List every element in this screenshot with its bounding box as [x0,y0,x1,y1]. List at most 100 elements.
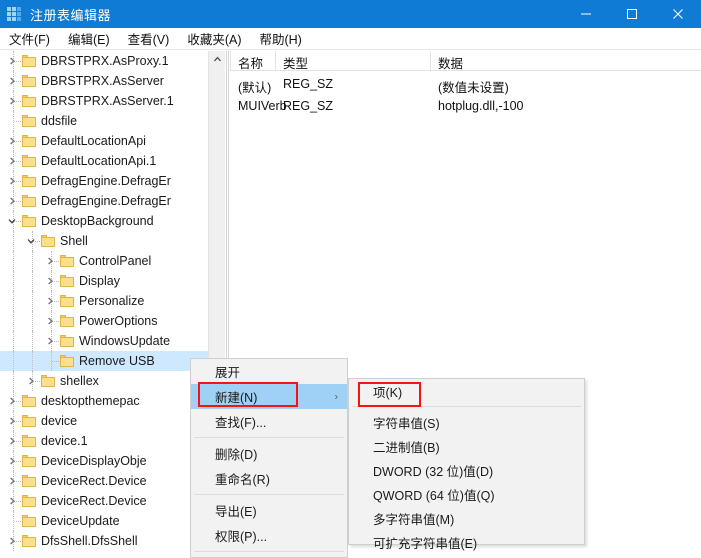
tree-item-label: DeviceUpdate [41,514,120,528]
chevron-down-icon[interactable] [5,211,18,231]
chevron-right-icon[interactable] [43,271,56,291]
tree-item[interactable]: Shell [0,231,208,251]
registry-tree[interactable]: DBRSTPRX.AsProxy.1 DBRSTPRX.AsServer DBRST… [0,51,208,558]
context-menu-item-label: 查找(F)... [215,416,267,430]
tree-item[interactable]: WindowsUpdate [0,331,208,351]
context-menu-item-5[interactable]: 导出(E) [191,498,347,523]
tree-item[interactable]: DeviceRect.Device [0,471,208,491]
menu-item-2[interactable]: 查看(V) [119,27,179,50]
chevron-right-icon[interactable] [5,431,18,451]
submenu-item-1[interactable]: 字符串值(S) [349,410,584,434]
value-row[interactable]: MUIVerb REG_SZ hotplug.dll,-100 [230,99,701,118]
chevron-right-icon[interactable] [43,251,56,271]
chevron-right-icon[interactable] [5,51,18,71]
submenu-item-0[interactable]: 项(K) [349,379,584,403]
chevron-down-icon[interactable] [24,231,37,251]
folder-icon [22,435,36,447]
submenu-item-3[interactable]: DWORD (32 位)值(D) [349,458,584,482]
tree-item-label: Remove USB [79,354,155,368]
tree-item[interactable]: DeviceRect.Device [0,491,208,511]
menu-item-4[interactable]: 帮助(H) [250,27,310,50]
chevron-right-icon[interactable] [43,311,56,331]
column-header-name[interactable]: 名称 [238,53,263,72]
tree-item[interactable]: Personalize [0,291,208,311]
column-header-data[interactable]: 数据 [438,53,463,72]
value-row[interactable]: (默认) REG_SZ (数值未设置) [230,77,701,96]
chevron-right-icon[interactable] [5,91,18,111]
context-menu-item-label: 重命名(R) [215,473,270,487]
tree-item[interactable]: DefaultLocationApi [0,131,208,151]
tree-item-selected[interactable]: Remove USB [0,351,208,371]
context-menu-item-6[interactable]: 权限(P)... [191,523,347,548]
tree-item[interactable]: DefragEngine.DefragEr [0,191,208,211]
menu-item-3[interactable]: 收藏夹(A) [178,27,250,50]
tree-guide-line [13,371,14,391]
menu-item-1[interactable]: 编辑(E) [59,27,119,50]
chevron-right-icon[interactable] [43,291,56,311]
chevron-right-icon[interactable] [5,531,18,551]
tree-guide-line [13,251,14,271]
maximize-icon[interactable] [609,0,655,28]
close-icon[interactable] [655,0,701,28]
window-title: 注册表编辑器 [30,8,112,23]
chevron-right-icon[interactable] [43,331,56,351]
tree-item[interactable]: DBRSTPRX.AsServer.1 [0,91,208,111]
context-menu-item-1[interactable]: 新建(N) › [191,384,347,409]
tree-item[interactable]: device.1 [0,431,208,451]
tree-guide-line [13,291,14,311]
chevron-right-icon[interactable] [5,131,18,151]
context-menu-item-label: 删除(D) [215,448,258,462]
tree-item-label: ControlPanel [79,254,152,268]
submenu-item-5[interactable]: 多字符串值(M) [349,506,584,530]
tree-guide-line [13,351,14,371]
tree-item[interactable]: device [0,411,208,431]
scroll-up-icon[interactable] [209,51,226,68]
context-menu[interactable]: 展开 新建(N) › 查找(F)... 删除(D) 重命名(R) 导出(E) 权限(P)...… [190,358,348,558]
context-menu-item-4[interactable]: 重命名(R) [191,466,347,491]
tree-item-label: PowerOptions [79,314,158,328]
chevron-right-icon[interactable] [5,411,18,431]
submenu-item-4[interactable]: QWORD (64 位)值(Q) [349,482,584,506]
tree-item[interactable]: DBRSTPRX.AsServer [0,71,208,91]
submenu-item-6[interactable]: 可扩充字符串值(E) [349,530,584,554]
tree-item[interactable]: shellex [0,371,208,391]
folder-icon [22,475,36,487]
tree-item[interactable]: PowerOptions [0,311,208,331]
tree-item[interactable]: DeviceUpdate [0,511,208,531]
chevron-right-icon[interactable] [5,471,18,491]
column-header-type[interactable]: 类型 [283,53,308,72]
tree-item[interactable]: Display [0,271,208,291]
context-menu-item-3[interactable]: 删除(D) [191,441,347,466]
context-menu-item-2[interactable]: 查找(F)... [191,409,347,434]
menu-item-0[interactable]: 文件(F) [0,27,59,50]
tree-guide-line [32,291,33,311]
chevron-right-icon[interactable] [5,71,18,91]
context-menu-item-label: 导出(E) [215,505,257,519]
tree-item-label: Display [79,274,120,288]
folder-icon [22,115,36,127]
chevron-right-icon[interactable] [5,391,18,411]
tree-guide-line [13,331,14,351]
tree-item[interactable]: DefaultLocationApi.1 [0,151,208,171]
chevron-right-icon[interactable] [24,371,37,391]
chevron-right-icon[interactable] [5,491,18,511]
chevron-right-icon[interactable] [5,191,18,211]
tree-item[interactable]: ddsfile [0,111,208,131]
chevron-right-icon[interactable] [5,151,18,171]
tree-item-label: DeviceRect.Device [41,494,147,508]
tree-item-label: Shell [60,234,88,248]
new-submenu[interactable]: 项(K) 字符串值(S) 二进制值(B) DWORD (32 位)值(D) QWORD … [348,378,585,551]
minimize-icon[interactable] [563,0,609,28]
tree-item[interactable]: ControlPanel [0,251,208,271]
tree-item[interactable]: DesktopBackground [0,211,208,231]
tree-item[interactable]: DBRSTPRX.AsProxy.1 [0,51,208,71]
tree-item[interactable]: desktopthemepac [0,391,208,411]
context-menu-item-0[interactable]: 展开 [191,359,347,384]
tree-item[interactable]: DeviceDisplayObje [0,451,208,471]
tree-item-label: DefaultLocationApi [41,134,146,148]
chevron-right-icon[interactable] [5,451,18,471]
chevron-right-icon[interactable] [5,171,18,191]
tree-item[interactable]: DefragEngine.DefragEr [0,171,208,191]
tree-item[interactable]: DfsShell.DfsShell [0,531,208,551]
submenu-item-2[interactable]: 二进制值(B) [349,434,584,458]
